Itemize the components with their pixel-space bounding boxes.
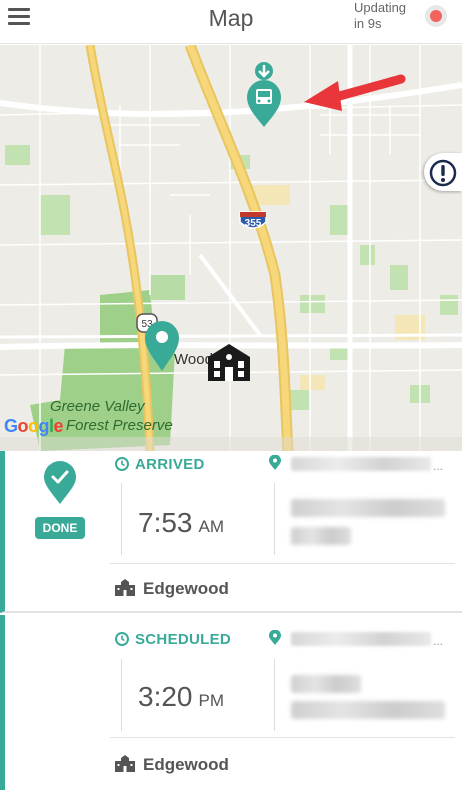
school-building-icon	[115, 755, 135, 772]
clock-icon	[115, 457, 129, 471]
school-name: Edgewood	[143, 755, 229, 774]
bus-marker-icon[interactable]	[246, 59, 284, 129]
divider	[110, 563, 455, 564]
check-pin-icon	[44, 461, 76, 504]
route-355-shield: 355	[238, 210, 268, 237]
update-countdown-line2: in 9s	[354, 16, 382, 31]
stop-address-redacted	[291, 632, 431, 646]
stop-status-label: ARRIVED	[135, 456, 205, 473]
stop-time-meridiem: AM	[198, 517, 225, 536]
school-name: Edgewood	[143, 579, 229, 598]
update-countdown-line1: Updating	[354, 0, 407, 15]
stop-address-redacted	[291, 457, 431, 471]
school-building-icon	[115, 579, 135, 596]
stop-time-meridiem: PM	[198, 691, 225, 710]
hamburger-menu-icon[interactable]	[8, 8, 30, 26]
school-row: Edgewood	[115, 579, 229, 599]
app-header: Map Updating in 9s	[0, 0, 462, 44]
clock-icon	[115, 632, 129, 646]
location-pin-icon	[269, 630, 281, 645]
annotation-arrow-icon	[304, 74, 406, 111]
done-badge: DONE	[35, 517, 85, 539]
update-countdown: Updating in 9s	[354, 0, 406, 32]
school-row: Edgewood	[115, 755, 229, 775]
live-status-indicator	[425, 5, 447, 27]
park-label-line1: Greene Valley	[50, 398, 145, 415]
google-logo: Google	[4, 416, 64, 436]
divider	[110, 737, 455, 738]
map-view[interactable]: 53 355 Woodridge Greene Valley Forest Pr…	[0, 45, 462, 451]
stop-status: ARRIVED	[115, 456, 205, 473]
stop-card-arrived[interactable]: DONE ARRIVED ... 7:53 AM Edgewood	[0, 451, 462, 613]
stop-time-box: 3:20 PM	[121, 659, 275, 731]
stop-address-ellipsis: ...	[433, 459, 444, 473]
stop-time-value: 7:53	[138, 507, 193, 538]
stop-time-box: 7:53 AM	[121, 483, 275, 555]
stop-name-redacted-line2	[291, 701, 445, 719]
stop-time: 3:20 PM	[138, 681, 224, 713]
stop-name-redacted-line1	[291, 499, 445, 517]
location-pin-icon	[269, 455, 281, 470]
stop-status: SCHEDULED	[115, 631, 231, 648]
stop-name-redacted-line1	[291, 675, 361, 693]
stop-time-value: 3:20	[138, 681, 193, 712]
stop-name-redacted-line2	[291, 527, 351, 545]
school-icon[interactable]	[206, 343, 252, 383]
route-355-label: 355	[245, 218, 262, 229]
stop-status-label: SCHEDULED	[135, 631, 232, 648]
alert-button[interactable]	[424, 153, 462, 191]
park-label-line2: Forest Preserve	[66, 417, 173, 434]
alert-icon	[429, 159, 457, 187]
stop-card-scheduled[interactable]: SCHEDULED ... 3:20 PM Edgewood	[0, 615, 462, 790]
stop-time: 7:53 AM	[138, 507, 224, 539]
stop-address-ellipsis: ...	[433, 634, 444, 648]
